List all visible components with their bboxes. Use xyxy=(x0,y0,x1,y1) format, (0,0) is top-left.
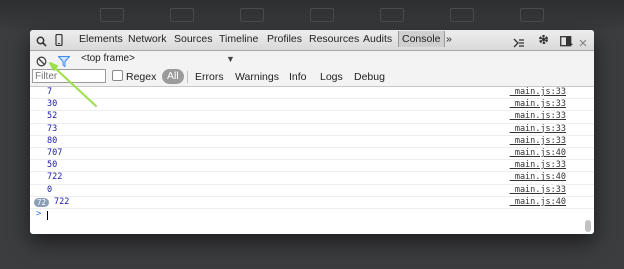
frame-dropdown-arrow-icon[interactable]: ▼ xyxy=(226,54,235,64)
log-source-link[interactable]: _main.js:33 xyxy=(510,136,566,147)
regex-label: Regex xyxy=(126,71,157,83)
log-row: 0 _main.js:33 xyxy=(30,185,594,197)
log-row: 80 _main.js:33 xyxy=(30,136,594,148)
log-row: 72 722 _main.js:40 xyxy=(30,197,594,209)
log-value: 707 xyxy=(47,147,63,158)
log-value: 73 xyxy=(47,123,58,134)
dock-side-icon[interactable] xyxy=(560,34,573,52)
log-source-link[interactable]: _main.js:33 xyxy=(510,185,566,196)
divider xyxy=(187,71,188,83)
log-value: 722 xyxy=(54,196,70,207)
console-prompt[interactable]: > xyxy=(30,209,594,221)
log-value: 722 xyxy=(47,172,63,183)
level-info[interactable]: Info xyxy=(289,71,307,83)
log-source-link[interactable]: _main.js:40 xyxy=(510,148,566,159)
device-mode-icon[interactable] xyxy=(55,33,63,51)
log-row: 7 _main.js:33 xyxy=(30,87,594,100)
console-level-bar: Regex All Errors Warnings Info Logs Debu… xyxy=(30,68,594,87)
console-filter-bar: <top frame> ▼ xyxy=(30,51,594,68)
log-value: 0 xyxy=(47,184,53,195)
regex-toggle[interactable]: Regex xyxy=(112,70,156,83)
log-value: 7 xyxy=(47,87,53,97)
log-row: 73 _main.js:33 xyxy=(30,124,594,136)
console-log: 7 _main.js:33 30 _main.js:33 52 _main.js:33… xyxy=(30,87,594,221)
log-row: 722 _main.js:40 xyxy=(30,172,594,185)
log-source-link[interactable]: _main.js:33 xyxy=(510,99,566,110)
filter-input[interactable] xyxy=(32,69,106,83)
tab-elements[interactable]: Elements xyxy=(79,33,123,45)
scrollbar-thumb[interactable] xyxy=(585,220,591,232)
tab-timeline[interactable]: Timeline xyxy=(219,33,258,45)
level-all[interactable]: All xyxy=(162,69,184,84)
tab-resources[interactable]: Resources xyxy=(309,33,359,45)
search-icon[interactable] xyxy=(36,34,47,52)
log-row: 50 _main.js:33 xyxy=(30,160,594,173)
tab-network[interactable]: Network xyxy=(128,33,167,45)
text-caret xyxy=(47,210,48,220)
log-row: 52 _main.js:33 xyxy=(30,111,594,124)
log-source-link[interactable]: _main.js:40 xyxy=(510,172,566,183)
log-row: 30 _main.js:33 xyxy=(30,99,594,112)
repeat-count-badge: 72 xyxy=(34,197,50,207)
gear-icon[interactable] xyxy=(537,33,550,51)
devtools-toolbar: Elements Network Sources Timeline Profil… xyxy=(30,30,594,51)
log-value: 52 xyxy=(47,111,58,122)
devtools-window: Elements Network Sources Timeline Profil… xyxy=(30,30,594,234)
frame-selector[interactable]: <top frame> xyxy=(81,53,135,64)
regex-checkbox[interactable] xyxy=(112,70,123,81)
close-icon[interactable] xyxy=(579,34,587,52)
background-app-toolbar xyxy=(0,0,624,30)
log-source-link[interactable]: _main.js:33 xyxy=(510,160,566,171)
log-value: 80 xyxy=(47,135,58,146)
level-errors[interactable]: Errors xyxy=(195,71,224,83)
tab-audits[interactable]: Audits xyxy=(363,33,392,45)
more-tabs-button[interactable]: » xyxy=(446,33,452,45)
level-warnings[interactable]: Warnings xyxy=(235,71,279,83)
log-value: 30 xyxy=(47,99,58,110)
log-value: 50 xyxy=(47,160,58,171)
level-debug[interactable]: Debug xyxy=(354,71,385,83)
log-source-link[interactable]: _main.js:33 xyxy=(510,111,566,122)
tab-console[interactable]: Console xyxy=(398,31,445,47)
tab-sources[interactable]: Sources xyxy=(174,33,213,45)
tab-profiles[interactable]: Profiles xyxy=(267,33,302,45)
log-row: 707 _main.js:40 xyxy=(30,147,594,161)
log-source-link[interactable]: _main.js:33 xyxy=(510,124,566,135)
level-logs[interactable]: Logs xyxy=(320,71,343,83)
log-source-link[interactable]: _main.js:40 xyxy=(510,197,566,208)
prompt-chevron-icon: > xyxy=(36,208,42,219)
log-source-link[interactable]: _main.js:33 xyxy=(510,87,566,98)
